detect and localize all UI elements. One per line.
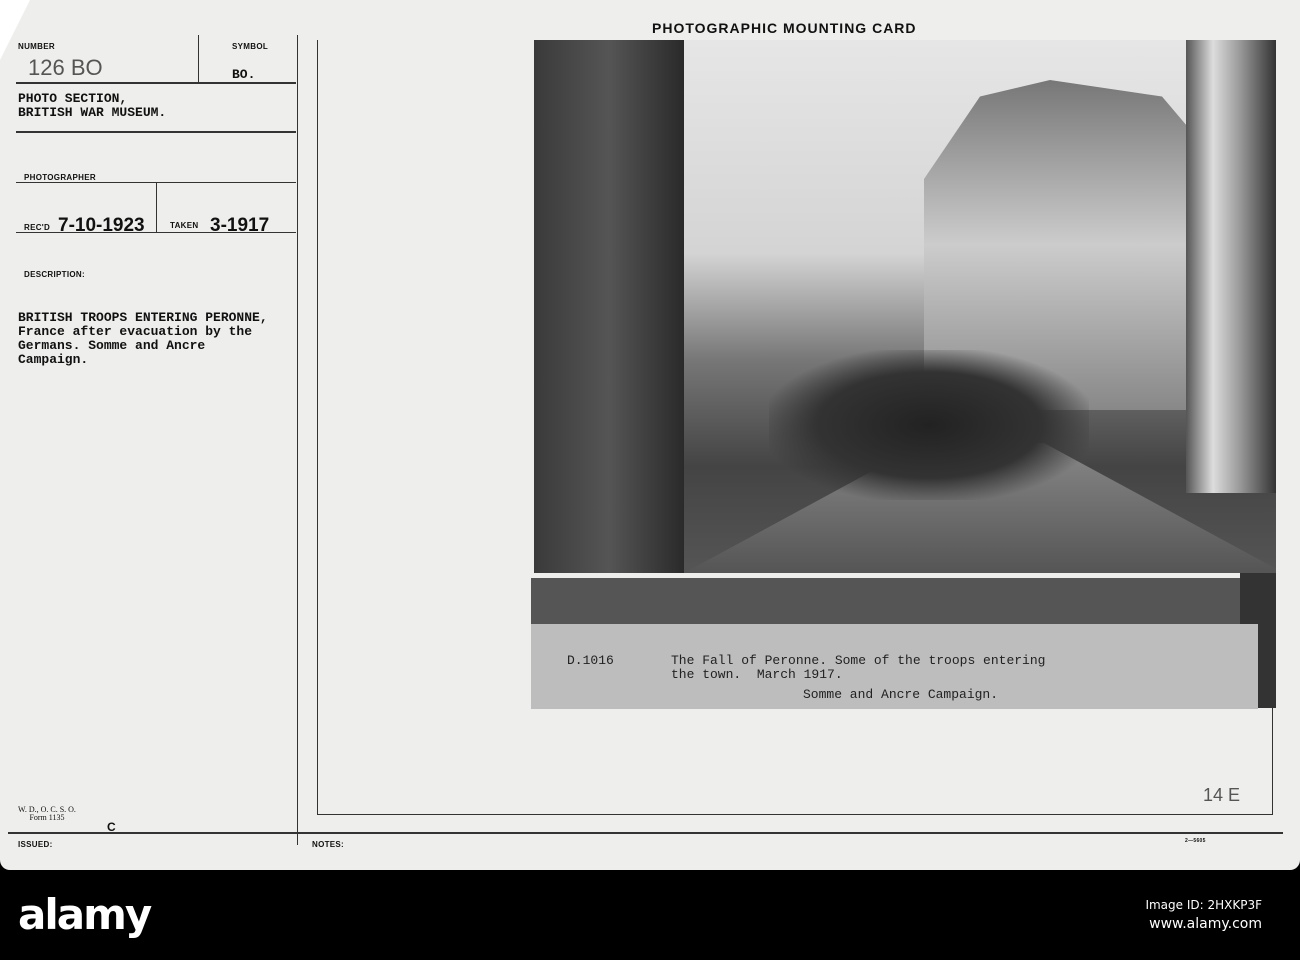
torn-corner xyxy=(0,0,30,60)
divider xyxy=(16,232,296,233)
alamy-logo: alamy xyxy=(18,890,152,939)
taken-label: TAKEN xyxy=(170,221,199,230)
form-number: W. D., O. C. S. O. Form 1135 xyxy=(18,805,76,822)
recd-label: REC'D xyxy=(24,223,51,232)
description-label: DESCRIPTION: xyxy=(24,270,85,279)
photograph-troops-entering-peronne xyxy=(534,40,1276,573)
image-id: Image ID: 2HXKP3F xyxy=(1145,898,1262,912)
divider xyxy=(16,131,296,133)
print-code: 2—5605 xyxy=(1185,838,1206,844)
symbol-label: SYMBOL xyxy=(232,42,269,51)
divider xyxy=(297,35,298,845)
caption-campaign: Somme and Ancre Campaign. xyxy=(803,687,999,702)
troops xyxy=(769,350,1089,500)
description-text: BRITISH TROOPS ENTERING PERONNE, France … xyxy=(18,310,268,367)
photo-caption-strip: D.1016 The Fall of Peronne. Some of the … xyxy=(531,624,1258,709)
number-value: 126 BO xyxy=(28,55,103,80)
building-right xyxy=(1186,40,1276,494)
caption-id: D.1016 xyxy=(567,653,614,668)
number-label: NUMBER xyxy=(18,42,55,51)
mounting-card: PHOTOGRAPHIC MOUNTING CARD NUMBER 126 BO… xyxy=(0,0,1300,870)
symbol-value: BO. xyxy=(232,67,256,82)
divider xyxy=(156,183,157,233)
recd-value: 7-10-1923 xyxy=(58,215,145,236)
source-text: PHOTO SECTION, BRITISH WAR MUSEUM. xyxy=(18,91,167,120)
taken-value: 3-1917 xyxy=(210,215,270,236)
corner-note: 14 E xyxy=(1203,785,1241,805)
divider xyxy=(16,82,296,84)
card-title: PHOTOGRAPHIC MOUNTING CARD xyxy=(652,20,917,36)
photo-border-band xyxy=(531,578,1268,624)
divider xyxy=(8,832,1283,834)
photographer-label: PHOTOGRAPHER xyxy=(24,173,96,182)
divider xyxy=(198,35,199,83)
caption-text: The Fall of Peronne. Some of the troops … xyxy=(671,653,1046,682)
issued-label: ISSUED: xyxy=(18,840,53,849)
alamy-url[interactable]: www.alamy.com xyxy=(1149,916,1262,932)
notes-label: NOTES: xyxy=(312,840,345,849)
building-left xyxy=(534,40,684,573)
